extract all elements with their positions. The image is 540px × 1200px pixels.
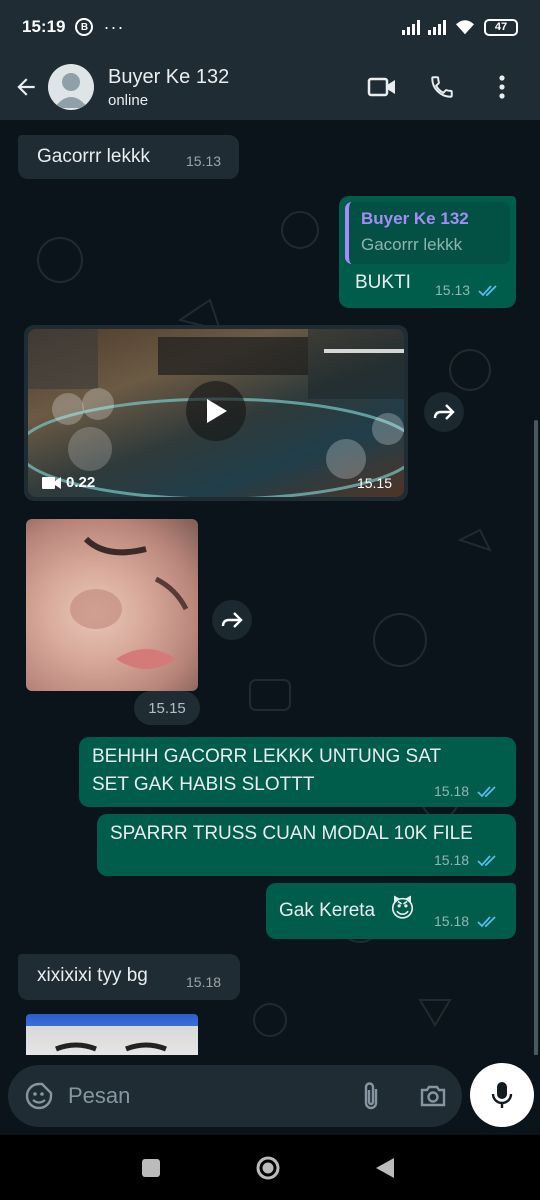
face-photo (70, 536, 189, 669)
signal-icon (402, 19, 420, 35)
video-camera-icon (42, 476, 61, 489)
message-bubble-outgoing[interactable]: BEHHH GACORR LEKKK UNTUNG SAT SET GAK HA… (79, 737, 516, 807)
forward-icon (221, 612, 243, 628)
quoted-author: Buyer Ke 132 (361, 209, 469, 228)
message-input[interactable]: Pesan (68, 1083, 130, 1109)
video-call-button[interactable] (362, 67, 402, 107)
microphone-icon (491, 1082, 513, 1108)
time-text: 15.13 (435, 282, 471, 298)
message-text: SPARRR TRUSS CUAN MODAL 10K FILE (110, 823, 473, 844)
more-options-button[interactable] (482, 67, 522, 107)
image-time-badge: 15.15 (134, 691, 200, 725)
battery-icon: 47 (484, 18, 518, 36)
wifi-icon (456, 20, 474, 35)
message-time: 15.18 (434, 852, 499, 868)
signal-2-icon (428, 19, 446, 35)
message-text-line-1: BEHHH GACORR LEKKK UNTUNG SAT (92, 746, 442, 767)
avatar[interactable] (48, 64, 94, 110)
message-time: 15.18 (434, 913, 499, 929)
message-time: 15.18 (434, 783, 499, 799)
image-message[interactable] (26, 1014, 198, 1055)
forward-icon (433, 404, 455, 420)
scrollbar[interactable] (534, 420, 538, 1055)
message-time: 15.13 (435, 282, 500, 298)
contact-info[interactable]: Buyer Ke 132 online (108, 66, 229, 109)
camera-button[interactable] (412, 1075, 454, 1117)
message-text: Gak Kereta (279, 900, 376, 921)
header-actions (362, 67, 522, 107)
triangle-back-icon (376, 1158, 394, 1178)
voice-record-button[interactable] (470, 1063, 534, 1127)
voice-call-button[interactable] (422, 67, 462, 107)
chat-header: Buyer Ke 132 online (0, 54, 540, 120)
default-avatar-icon (54, 73, 88, 108)
phone-icon (431, 76, 453, 98)
forward-button[interactable] (424, 392, 464, 432)
contact-status: online (108, 91, 149, 109)
message-time: 15.13 (186, 153, 222, 169)
play-button[interactable] (186, 381, 246, 441)
recents-button[interactable] (136, 1153, 166, 1183)
quoted-message[interactable]: Buyer Ke 132 Gacorrr lekkk (345, 202, 510, 264)
message-bubble-outgoing[interactable]: SPARRR TRUSS CUAN MODAL 10K FILE 15.18 (97, 814, 516, 876)
paperclip-icon (364, 1082, 378, 1110)
read-ticks-icon (477, 916, 496, 928)
time-text: 15.18 (434, 783, 470, 799)
smiling-devil-emoji: 😈 (390, 896, 416, 923)
sticker-emoji-icon (25, 1082, 53, 1110)
home-button[interactable] (253, 1153, 283, 1183)
attach-button[interactable] (350, 1075, 392, 1117)
message-text: Gacorrr lekkk (37, 146, 150, 167)
read-ticks-icon (478, 285, 497, 297)
status-time: 15:19 (22, 17, 66, 36)
chat-area[interactable]: Gacorrr lekkk 15.13 Buyer Ke 132 Gacorrr… (0, 120, 540, 1055)
message-bubble-outgoing[interactable]: Buyer Ke 132 Gacorrr lekkk BUKTI 15.13 (339, 196, 516, 308)
back-button[interactable] (4, 65, 48, 109)
message-bubble-incoming[interactable]: xixixixi tyy bg 15.18 (18, 954, 240, 1000)
read-ticks-icon (477, 786, 496, 798)
read-ticks-icon (477, 855, 496, 867)
duration-text: 0.22 (66, 474, 96, 491)
status-right: 47 (402, 18, 518, 36)
more-vert-icon (499, 75, 505, 99)
message-bubble-incoming[interactable]: Gacorrr lekkk 15.13 (18, 135, 239, 179)
message-text-line-2: SET GAK HABIS SLOTTT (92, 774, 315, 795)
back-arrow-icon (17, 78, 35, 96)
video-call-icon (367, 77, 395, 97)
composer: Pesan (0, 1055, 540, 1135)
partial-photo (55, 1042, 167, 1052)
contact-name: Buyer Ke 132 (108, 65, 230, 88)
video-thumbnail[interactable]: 0.22 15.15 (28, 329, 404, 497)
message-time: 15.15 (356, 475, 392, 491)
b-badge-icon: B (75, 18, 94, 36)
message-text: BUKTI (355, 272, 411, 293)
message-text: xixixixi tyy bg (37, 965, 148, 986)
time-text: 15.18 (434, 913, 470, 929)
square-recents-icon (142, 1159, 160, 1177)
message-input-container[interactable]: Pesan (8, 1065, 462, 1127)
forward-button[interactable] (212, 600, 252, 640)
video-message[interactable]: 0.22 15.15 (24, 325, 408, 501)
message-bubble-outgoing[interactable]: Gak Kereta 😈 15.18 (266, 883, 516, 939)
camera-icon (420, 1085, 446, 1107)
time-text: 15.18 (434, 852, 470, 868)
back-nav-button[interactable] (370, 1153, 400, 1183)
system-navigation-bar (0, 1135, 540, 1200)
quoted-text: Gacorrr lekkk (361, 235, 463, 254)
emoji-button[interactable] (14, 1071, 64, 1121)
message-time: 15.18 (186, 974, 222, 990)
video-duration: 0.22 (42, 474, 95, 491)
play-icon (207, 399, 227, 423)
status-bar: 15:19 B ··· 47 (0, 0, 540, 54)
image-message[interactable] (26, 519, 198, 691)
notification-dots: ··· (103, 16, 125, 37)
circle-home-icon (256, 1156, 280, 1180)
